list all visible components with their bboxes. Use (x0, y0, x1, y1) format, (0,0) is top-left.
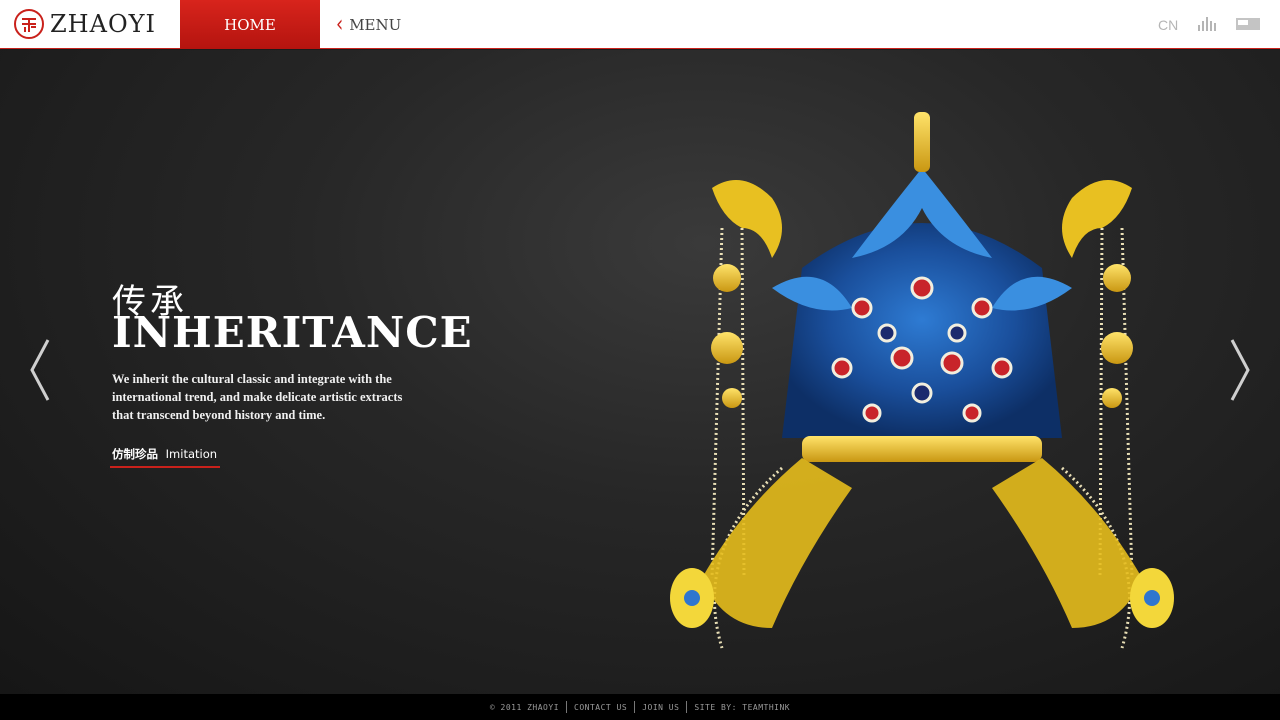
bars-icon[interactable] (1198, 17, 1216, 31)
nav-home-button[interactable]: HOME (180, 0, 320, 49)
chevron-left-icon: ‹ (336, 10, 344, 39)
footer: © 2011 ZHAOYI CONTACT US JOIN US SITE BY… (0, 694, 1280, 720)
phoenix-crown-image (670, 112, 1174, 649)
footer-separator (566, 701, 568, 713)
logo[interactable]: ZHAOYI (0, 0, 180, 48)
hero-title: INHERITANCE (112, 308, 473, 357)
seal-logo-icon (14, 9, 44, 39)
footer-separator (634, 701, 636, 713)
copyright-text: © 2011 ZHAOYI (489, 702, 560, 712)
language-switch[interactable]: CN (1158, 17, 1178, 33)
window-icon[interactable] (1236, 18, 1260, 30)
site-by-link[interactable]: SITE BY: TEAMTHINK (694, 703, 790, 712)
imitation-link-label: Imitation (165, 447, 218, 461)
contact-us-link[interactable]: CONTACT US (574, 703, 627, 712)
nav-menu-button[interactable]: ‹ MENU (336, 0, 401, 49)
prev-slide-arrow-icon[interactable] (28, 338, 52, 402)
footer-separator (686, 701, 688, 713)
top-bar: ZHAOYI HOME ‹ MENU CN (0, 0, 1280, 49)
hero-slider: 传承 INHERITANCE We inherit the cultural c… (0, 50, 1280, 694)
nav-menu-label: MENU (349, 15, 402, 34)
imitation-link-chinese: 仿制珍品 (112, 447, 158, 461)
hero-description: We inherit the cultural classic and inte… (112, 372, 403, 422)
join-us-link[interactable]: JOIN US (642, 703, 679, 712)
next-slide-arrow-icon[interactable] (1228, 338, 1252, 402)
logo-text: ZHAOYI (50, 10, 156, 38)
imitation-link[interactable]: 仿制珍品 Imitation (110, 446, 221, 468)
